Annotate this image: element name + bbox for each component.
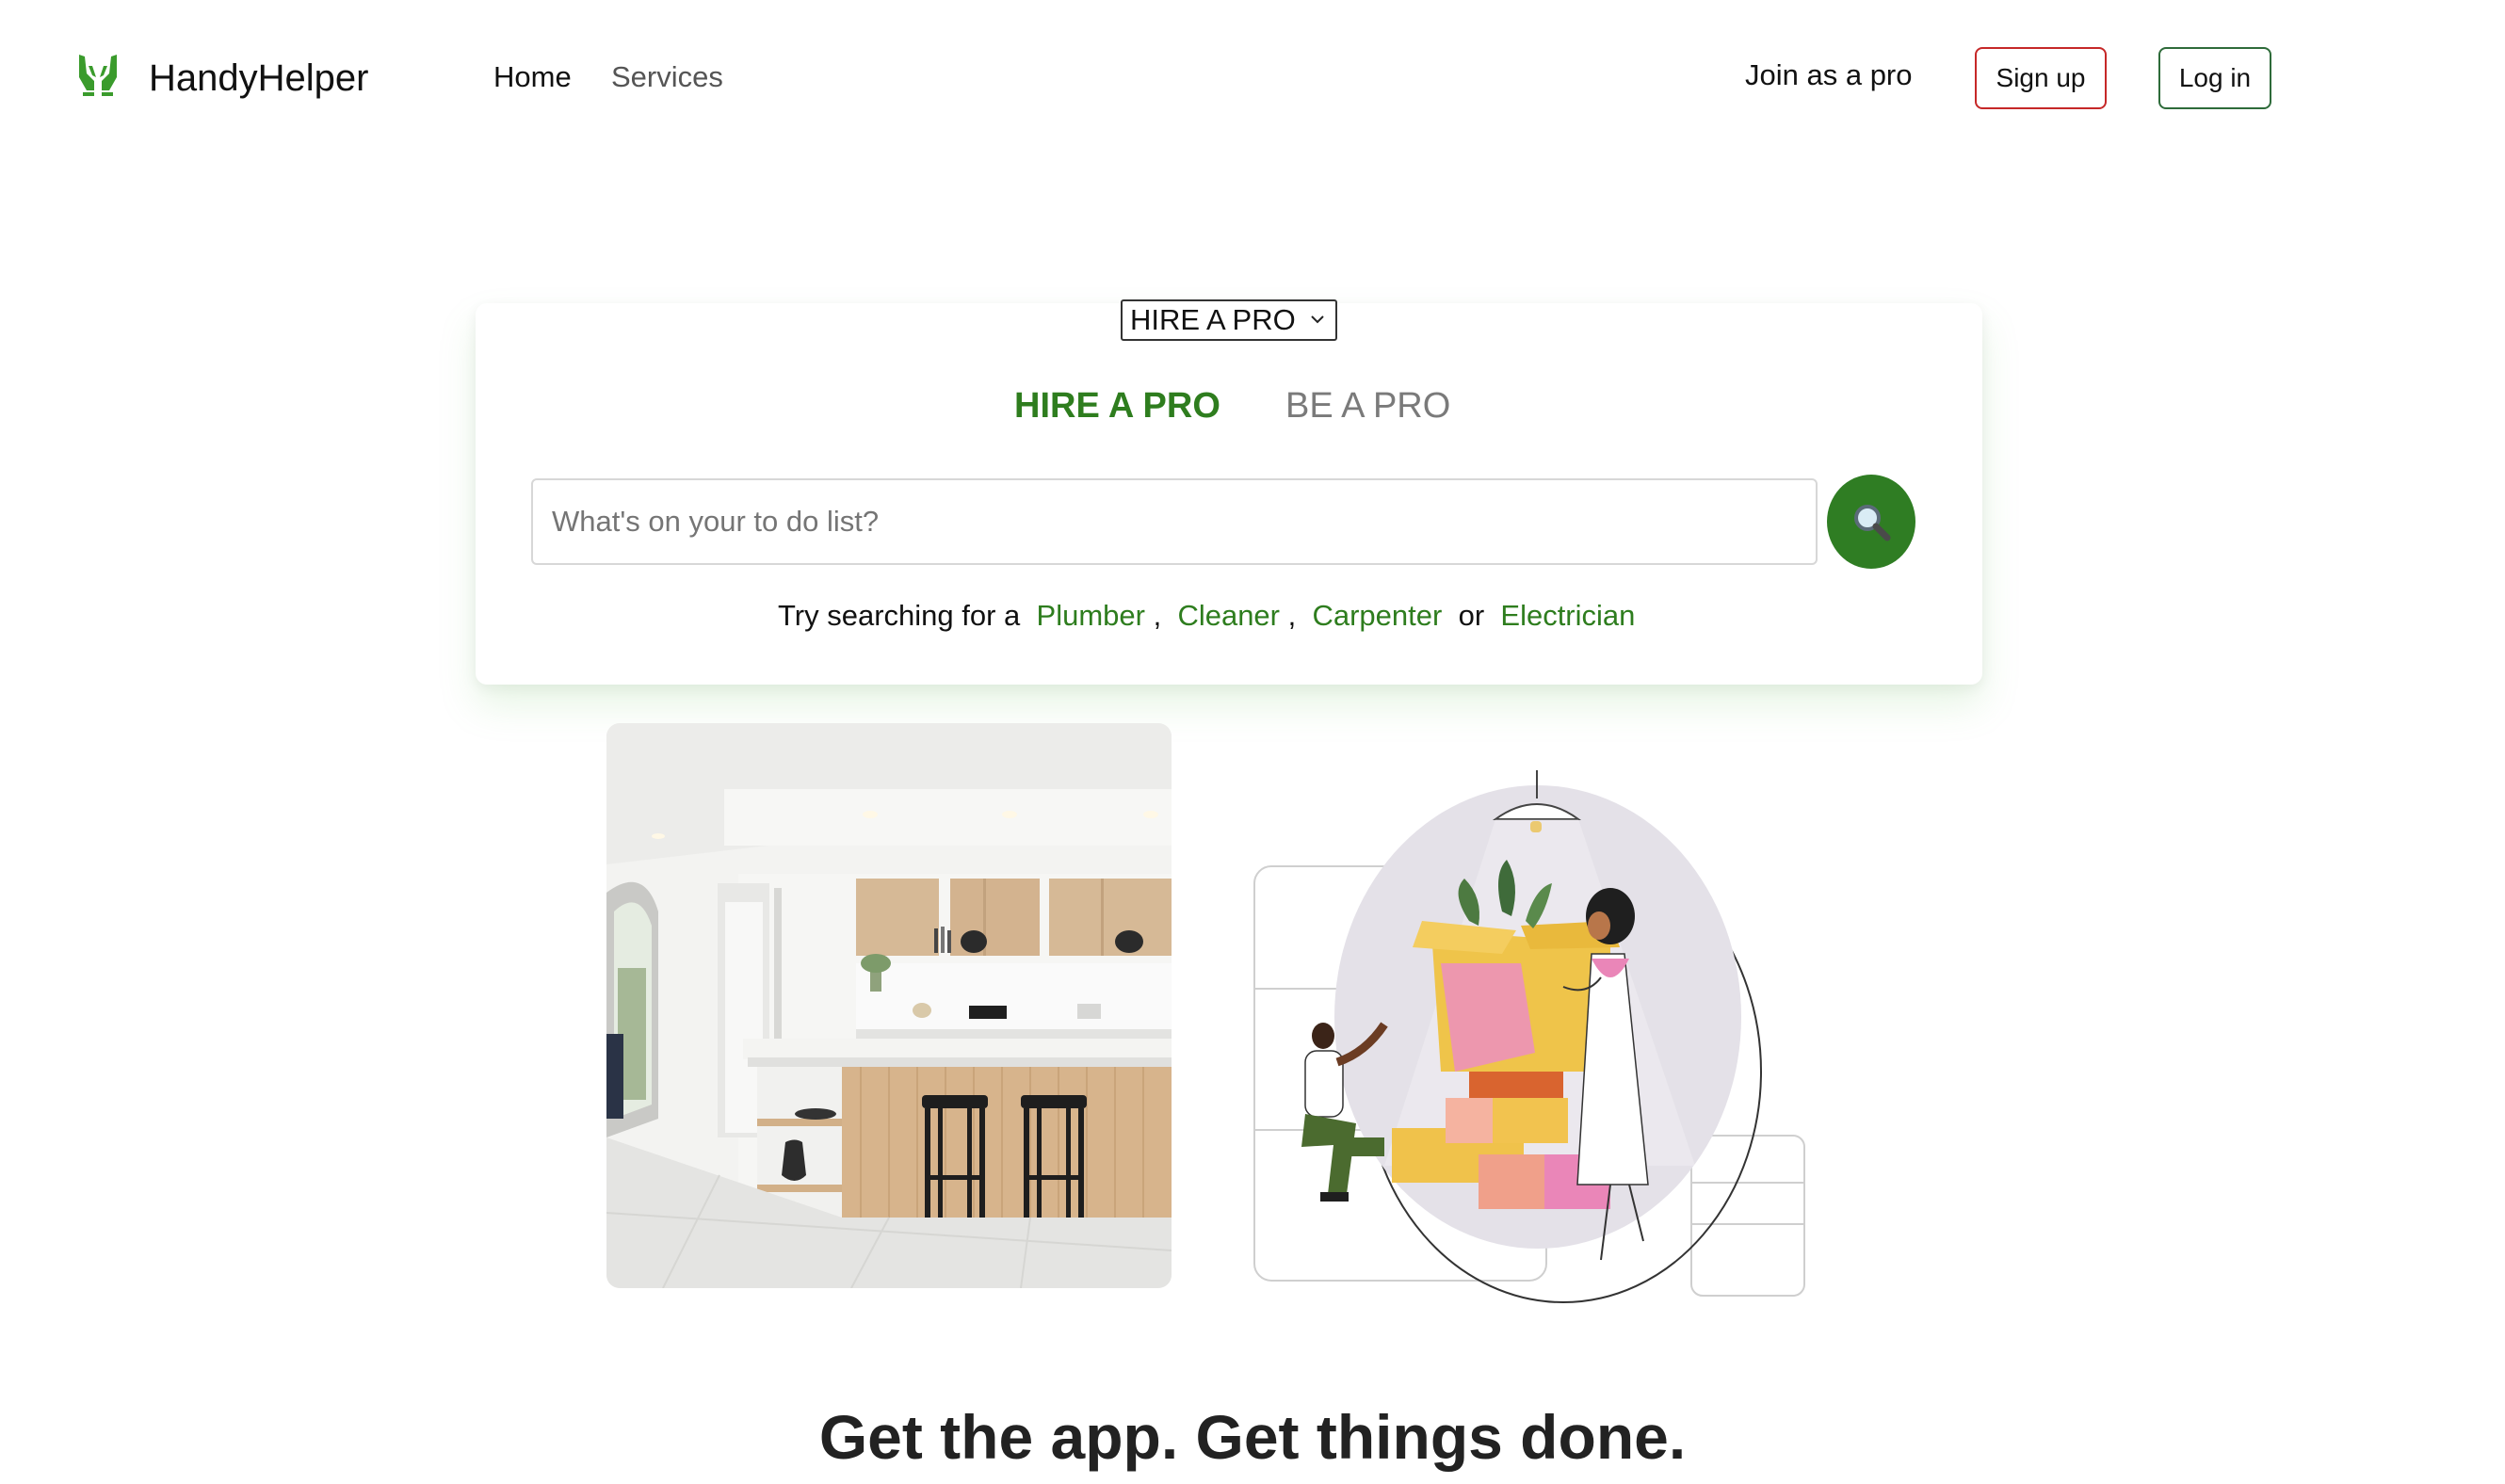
suggest-plumber[interactable]: Plumber [1037, 599, 1145, 632]
log-in-button[interactable]: Log in [2158, 47, 2271, 109]
search-button[interactable] [1827, 475, 1915, 569]
sign-up-button[interactable]: Sign up [1975, 47, 2107, 109]
join-as-pro-link[interactable]: Join as a pro [1745, 56, 1913, 94]
suggest-sep: , [1153, 599, 1162, 632]
suggest-carpenter[interactable]: Carpenter [1312, 599, 1442, 632]
app-promo-headline: Get the app. Get things done. [818, 1402, 1687, 1472]
suggest-electrician[interactable]: Electrician [1500, 599, 1635, 632]
mode-select-value: HIRE A PRO [1130, 303, 1296, 336]
helping-hands-icon[interactable] [75, 49, 121, 98]
search-input[interactable] [531, 478, 1818, 565]
nav-home[interactable]: Home [493, 58, 572, 96]
mode-select[interactable]: HIRE A PRO [1121, 299, 1337, 341]
magnifier-icon [1854, 505, 1891, 541]
suggest-cleaner[interactable]: Cleaner [1177, 599, 1280, 632]
tab-hire-a-pro[interactable]: HIRE A PRO [1014, 384, 1220, 427]
suggest-sep: , [1287, 599, 1297, 632]
moving-boxes-illustration [1252, 770, 1818, 1307]
tab-be-a-pro[interactable]: BE A PRO [1285, 384, 1450, 427]
search-suggestions: Try searching for a Plumber , Cleaner , … [778, 597, 1635, 635]
suggest-or: or [1458, 599, 1485, 632]
brand-name[interactable]: HandyHelper [149, 55, 368, 102]
kitchen-photo [606, 723, 1172, 1288]
chevron-down-icon [1311, 315, 1324, 324]
nav-services[interactable]: Services [611, 58, 723, 96]
suggest-prefix: Try searching for a [778, 599, 1021, 632]
